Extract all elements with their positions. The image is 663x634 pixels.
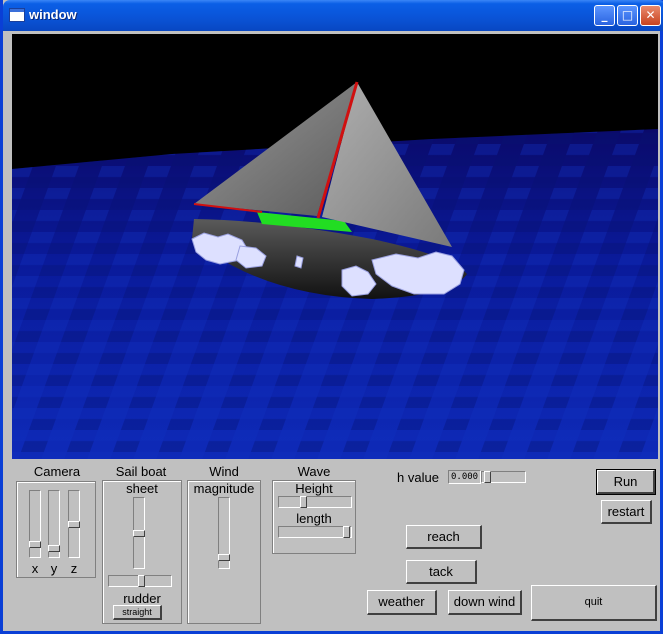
camera-title: Camera xyxy=(33,464,81,479)
wind-title: Wind xyxy=(209,464,239,479)
rudder-label: rudder xyxy=(123,591,161,606)
window-title: window xyxy=(29,7,77,22)
app-window: window _ □ ✕ Camera x y z Sail boat shee… xyxy=(0,0,663,634)
maximize-button[interactable]: □ xyxy=(617,5,638,26)
wave-height-slider-thumb[interactable] xyxy=(300,496,307,508)
camera-group: x y z xyxy=(16,481,96,578)
straight-button[interactable]: straight xyxy=(113,605,162,620)
run-button[interactable]: Run xyxy=(596,469,656,495)
camera-y-label: y xyxy=(50,561,58,576)
restart-button[interactable]: restart xyxy=(601,500,652,524)
window-icon xyxy=(9,8,25,22)
h-value-label: h value xyxy=(397,470,439,485)
down-wind-button[interactable]: down wind xyxy=(448,590,522,615)
wave-title: Wave xyxy=(297,464,331,479)
rudder-slider[interactable] xyxy=(108,575,172,587)
sailboat-group: sheet rudder straight xyxy=(102,480,182,624)
wave-length-label: length xyxy=(296,511,332,526)
h-value-field[interactable]: 0.000 xyxy=(448,470,481,484)
tack-button[interactable]: tack xyxy=(406,560,477,584)
sheet-label: sheet xyxy=(126,481,158,496)
reach-button[interactable]: reach xyxy=(406,525,482,549)
wave-height-label: Height xyxy=(295,481,333,496)
camera-y-slider-thumb[interactable] xyxy=(48,545,60,552)
3d-viewport[interactable] xyxy=(12,34,658,459)
camera-y-slider[interactable] xyxy=(48,490,60,558)
wind-group: magnitude xyxy=(187,480,261,624)
weather-button[interactable]: weather xyxy=(367,590,437,615)
title-bar[interactable]: window _ □ ✕ xyxy=(3,0,663,31)
magnitude-label: magnitude xyxy=(193,481,255,496)
camera-x-slider-thumb[interactable] xyxy=(29,541,41,548)
camera-z-slider-thumb[interactable] xyxy=(68,521,80,528)
rudder-slider-thumb[interactable] xyxy=(138,575,145,587)
camera-z-label: z xyxy=(70,561,78,576)
sailboat-scene xyxy=(12,34,658,459)
wave-height-slider[interactable] xyxy=(278,496,352,508)
close-button[interactable]: ✕ xyxy=(640,5,661,26)
h-value-slider[interactable] xyxy=(481,471,526,483)
sheet-slider-thumb[interactable] xyxy=(133,530,145,537)
camera-x-label: x xyxy=(31,561,39,576)
h-value-slider-thumb[interactable] xyxy=(484,471,491,483)
minimize-button[interactable]: _ xyxy=(594,5,615,26)
wind-magnitude-slider[interactable] xyxy=(218,497,230,569)
camera-z-slider[interactable] xyxy=(68,490,80,558)
wave-length-slider-thumb[interactable] xyxy=(343,526,350,538)
wind-magnitude-slider-thumb[interactable] xyxy=(218,554,230,561)
sheet-slider[interactable] xyxy=(133,497,145,569)
sailboat-title: Sail boat xyxy=(115,464,167,479)
wave-group: Height length xyxy=(272,480,356,554)
wave-length-slider[interactable] xyxy=(278,526,352,538)
quit-button[interactable]: quit xyxy=(531,585,657,621)
camera-x-slider[interactable] xyxy=(29,490,41,558)
